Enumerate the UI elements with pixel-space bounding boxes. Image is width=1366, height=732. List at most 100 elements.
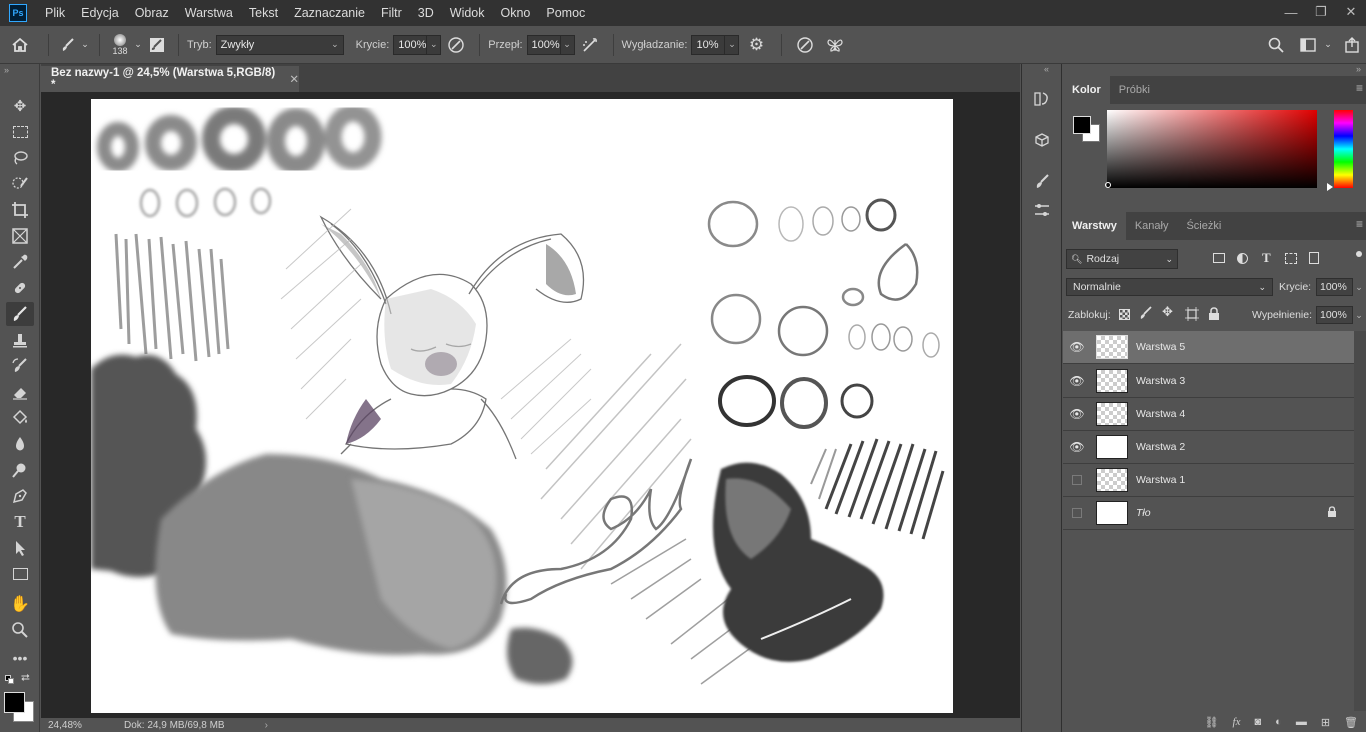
tab-layers[interactable]: Warstwy (1063, 212, 1126, 240)
chevron-down-icon[interactable]: ⌄ (560, 34, 575, 55)
menu-edit[interactable]: Edycja (81, 6, 119, 20)
tab-color[interactable]: Kolor (1063, 76, 1110, 104)
swap-colors-icon[interactable]: ⮂ (21, 672, 30, 685)
layer-row[interactable]: 👁︎ Warstwa 3 (1063, 365, 1354, 398)
fill-input[interactable]: 100% (1316, 306, 1353, 324)
layer-row[interactable]: 👁︎ Warstwa 5 (1063, 331, 1354, 364)
quick-selection-tool-icon[interactable] (6, 172, 34, 196)
chevron-down-icon[interactable]: ⌄ (79, 39, 91, 50)
layer-name[interactable]: Warstwa 3 (1136, 375, 1185, 387)
more-tools-icon[interactable]: ••• (6, 646, 34, 670)
link-layers-icon[interactable]: ⛓︎ (1205, 716, 1219, 729)
filter-toggle[interactable] (1356, 251, 1362, 257)
rectangle-tool-icon[interactable] (6, 562, 34, 586)
workspace-switcher-icon[interactable] (1296, 37, 1320, 52)
panel-menu-icon[interactable]: ≡ (1356, 81, 1363, 95)
zoom-tool-icon[interactable] (6, 618, 34, 642)
layer-row[interactable]: Warstwa 1 (1063, 464, 1354, 497)
document-tab[interactable]: Bez nazwy-1 @ 24,5% (Warstwa 5,RGB/8) * … (41, 66, 299, 92)
paint-bucket-tool-icon[interactable] (6, 406, 34, 430)
frame-tool-icon[interactable] (6, 224, 34, 248)
zoom-level[interactable]: 24,48% (48, 720, 124, 731)
menu-filter[interactable]: Filtr (381, 6, 402, 20)
foreground-color-swatch[interactable] (1073, 116, 1091, 134)
panel-menu-icon[interactable]: ≡ (1356, 217, 1363, 231)
layer-opacity-input[interactable]: 100% (1316, 278, 1353, 296)
blend-mode-select[interactable]: Normalnie ⌄ (1066, 278, 1273, 296)
default-colors-icon[interactable] (5, 675, 14, 684)
filter-type-icon[interactable]: T (1262, 250, 1271, 266)
new-group-icon[interactable]: ▬ (1296, 716, 1307, 728)
brush-settings-icon[interactable] (1030, 198, 1054, 222)
layer-mask-icon[interactable]: ◙ (1255, 716, 1262, 728)
adjustment-layer-icon[interactable]: ◐ (1275, 716, 1282, 728)
history-panel-icon[interactable] (1030, 87, 1054, 111)
menu-file[interactable]: Plik (45, 6, 65, 20)
menu-type[interactable]: Tekst (249, 6, 278, 20)
layers-scrollbar[interactable] (1354, 331, 1366, 711)
crop-tool-icon[interactable] (6, 198, 34, 222)
move-tool-icon[interactable]: ✥ (6, 94, 34, 118)
search-icon[interactable] (1264, 37, 1288, 53)
chevron-down-icon[interactable]: ⌄ (427, 34, 442, 55)
lock-position-icon[interactable]: ✥ (1162, 304, 1173, 320)
menu-select[interactable]: Zaznaczanie (294, 6, 365, 20)
tab-swatches[interactable]: Próbki (1110, 76, 1159, 104)
path-selection-tool-icon[interactable] (6, 536, 34, 560)
foreground-color-swatch[interactable] (4, 692, 25, 713)
delete-layer-icon[interactable]: 🗑︎ (1344, 716, 1358, 729)
lock-artboard-icon[interactable] (1185, 307, 1199, 324)
menu-layer[interactable]: Warstwa (185, 6, 233, 20)
restore-icon[interactable]: ❐ (1306, 0, 1336, 24)
eraser-tool-icon[interactable] (6, 380, 34, 404)
visibility-toggle[interactable] (1072, 475, 1082, 485)
layer-style-icon[interactable]: fx (1233, 716, 1241, 728)
filter-adjustment-icon[interactable] (1237, 253, 1248, 264)
mode-select[interactable]: Zwykły ⌄ (215, 34, 344, 55)
hand-tool-icon[interactable]: ✋ (6, 592, 34, 616)
brushes-panel-icon[interactable] (1030, 170, 1054, 194)
brush-settings-panel-icon[interactable] (144, 37, 170, 53)
color-field[interactable] (1107, 110, 1317, 188)
chevron-down-icon[interactable]: ⌄ (132, 39, 144, 50)
layer-row[interactable]: Tło (1063, 497, 1354, 530)
chevron-down-icon[interactable]: ⌄ (1353, 306, 1365, 324)
panel-collapse-icon[interactable]: » (4, 65, 9, 75)
panel-collapse-icon[interactable]: » (1356, 64, 1361, 74)
chevron-right-icon[interactable]: › (265, 720, 268, 731)
chevron-down-icon[interactable]: ⌄ (1322, 39, 1334, 50)
airbrush-icon[interactable] (575, 36, 605, 54)
color-picker-handle[interactable] (1105, 182, 1111, 188)
eye-icon[interactable]: 👁︎ (1063, 440, 1091, 454)
pressure-opacity-icon[interactable] (441, 36, 471, 54)
menu-window[interactable]: Okno (501, 6, 531, 20)
close-icon[interactable]: ✕ (289, 72, 299, 86)
filter-pixel-icon[interactable] (1213, 253, 1225, 263)
layer-name[interactable]: Warstwa 5 (1136, 341, 1185, 353)
layer-row[interactable]: 👁︎ Warstwa 2 (1063, 431, 1354, 464)
eyedropper-tool-icon[interactable] (6, 250, 34, 274)
gear-icon[interactable]: ⚙ (739, 35, 773, 55)
symmetry-butterfly-icon[interactable] (820, 36, 850, 54)
menu-image[interactable]: Obraz (135, 6, 169, 20)
layer-row[interactable]: 👁︎ Warstwa 4 (1063, 398, 1354, 431)
chevron-down-icon[interactable]: ⌄ (725, 34, 740, 55)
flow-input[interactable]: 100% (526, 34, 561, 55)
healing-brush-tool-icon[interactable] (6, 276, 34, 300)
lasso-tool-icon[interactable] (6, 146, 34, 170)
tab-paths[interactable]: Ścieżki (1177, 212, 1230, 240)
close-icon[interactable]: ✕ (1336, 0, 1366, 24)
menu-help[interactable]: Pomoc (546, 6, 585, 20)
layer-filter-select[interactable]: 🔍︎ Rodzaj ⌄ (1066, 249, 1178, 269)
opacity-input[interactable]: 100% (393, 34, 428, 55)
eye-icon[interactable]: 👁︎ (1063, 340, 1091, 354)
pressure-size-icon[interactable] (790, 36, 820, 54)
filter-smart-object-icon[interactable] (1309, 252, 1319, 264)
layer-name[interactable]: Warstwa 4 (1136, 408, 1185, 420)
lock-pixels-icon[interactable] (1139, 306, 1153, 323)
clone-stamp-tool-icon[interactable] (6, 328, 34, 352)
lock-transparent-icon[interactable] (1119, 309, 1130, 320)
history-brush-tool-icon[interactable] (6, 354, 34, 378)
pen-tool-icon[interactable] (6, 484, 34, 508)
tab-channels[interactable]: Kanały (1126, 212, 1178, 240)
